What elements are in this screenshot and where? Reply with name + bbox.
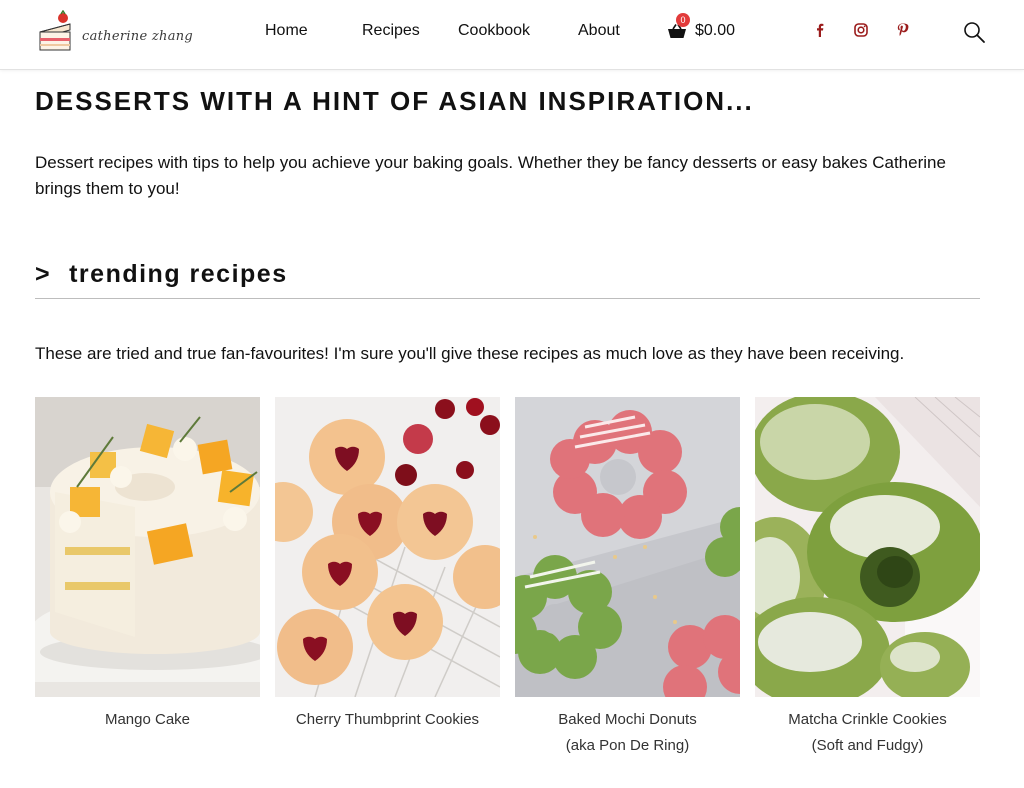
recipe-title: Matcha Crinkle Cookies (Soft and Fudgy)	[755, 707, 980, 759]
recipe-title: Baked Mochi Donuts (aka Pon De Ring)	[515, 707, 740, 759]
cart-count-badge: 0	[676, 13, 690, 27]
pinterest-icon[interactable]	[893, 20, 913, 40]
cherry-cookies-image	[275, 397, 500, 697]
instagram-icon[interactable]	[851, 20, 871, 40]
intro-text: Dessert recipes with tips to help you ac…	[35, 153, 946, 198]
recipe-title: Mango Cake	[35, 707, 260, 733]
recipe-title-line1: Cherry Thumbprint Cookies	[295, 711, 480, 728]
recipe-card-matcha-crinkle-cookies[interactable]: Matcha Crinkle Cookies (Soft and Fudgy)	[755, 397, 980, 759]
recipe-title-line1: Mango Cake	[104, 711, 191, 728]
cart-button[interactable]: 0 $0.00	[668, 13, 748, 50]
recipe-card-mango-cake[interactable]: Mango Cake	[35, 397, 260, 733]
recipe-title-line2: (Soft and Fudgy)	[811, 737, 924, 754]
recipe-card-cherry-thumbprint-cookies[interactable]: Cherry Thumbprint Cookies	[275, 397, 500, 733]
nav-recipes[interactable]: Recipes	[362, 22, 420, 40]
recipe-title-line2: (aka Pon De Ring)	[565, 737, 690, 754]
site-logo[interactable]: catherine zhang	[36, 8, 212, 56]
cake-logo-icon	[39, 10, 71, 51]
chevron-right-icon: >	[35, 260, 52, 288]
nav-cookbook[interactable]: Cookbook	[458, 22, 530, 40]
nav-about[interactable]: About	[578, 22, 620, 40]
trending-heading: > trending recipes	[35, 260, 288, 289]
logo-wordmark: catherine zhang	[82, 28, 194, 44]
mochi-donuts-image	[515, 397, 740, 697]
recipe-card-baked-mochi-donuts[interactable]: Baked Mochi Donuts (aka Pon De Ring)	[515, 397, 740, 759]
recipe-title: Cherry Thumbprint Cookies	[275, 707, 500, 733]
trending-heading-label: trending recipes	[69, 260, 288, 288]
recipe-title-line1: Baked Mochi Donuts	[558, 711, 697, 728]
search-icon[interactable]	[962, 20, 986, 44]
recipe-title-line1: Matcha Crinkle Cookies	[788, 711, 947, 728]
section-divider	[35, 298, 980, 299]
trending-description: These are tried and true fan-favourites!…	[35, 344, 905, 363]
facebook-icon[interactable]	[810, 20, 830, 40]
nav-home[interactable]: Home	[265, 22, 308, 40]
page-title: DESSERTS WITH A HINT OF ASIAN INSPIRATIO…	[35, 86, 754, 116]
site-header: catherine zhang Home Recipes Cookbook Ab…	[0, 0, 1024, 70]
cart-total: $0.00	[695, 22, 736, 39]
mango-cake-image	[35, 397, 260, 697]
matcha-cookies-image	[755, 397, 980, 697]
